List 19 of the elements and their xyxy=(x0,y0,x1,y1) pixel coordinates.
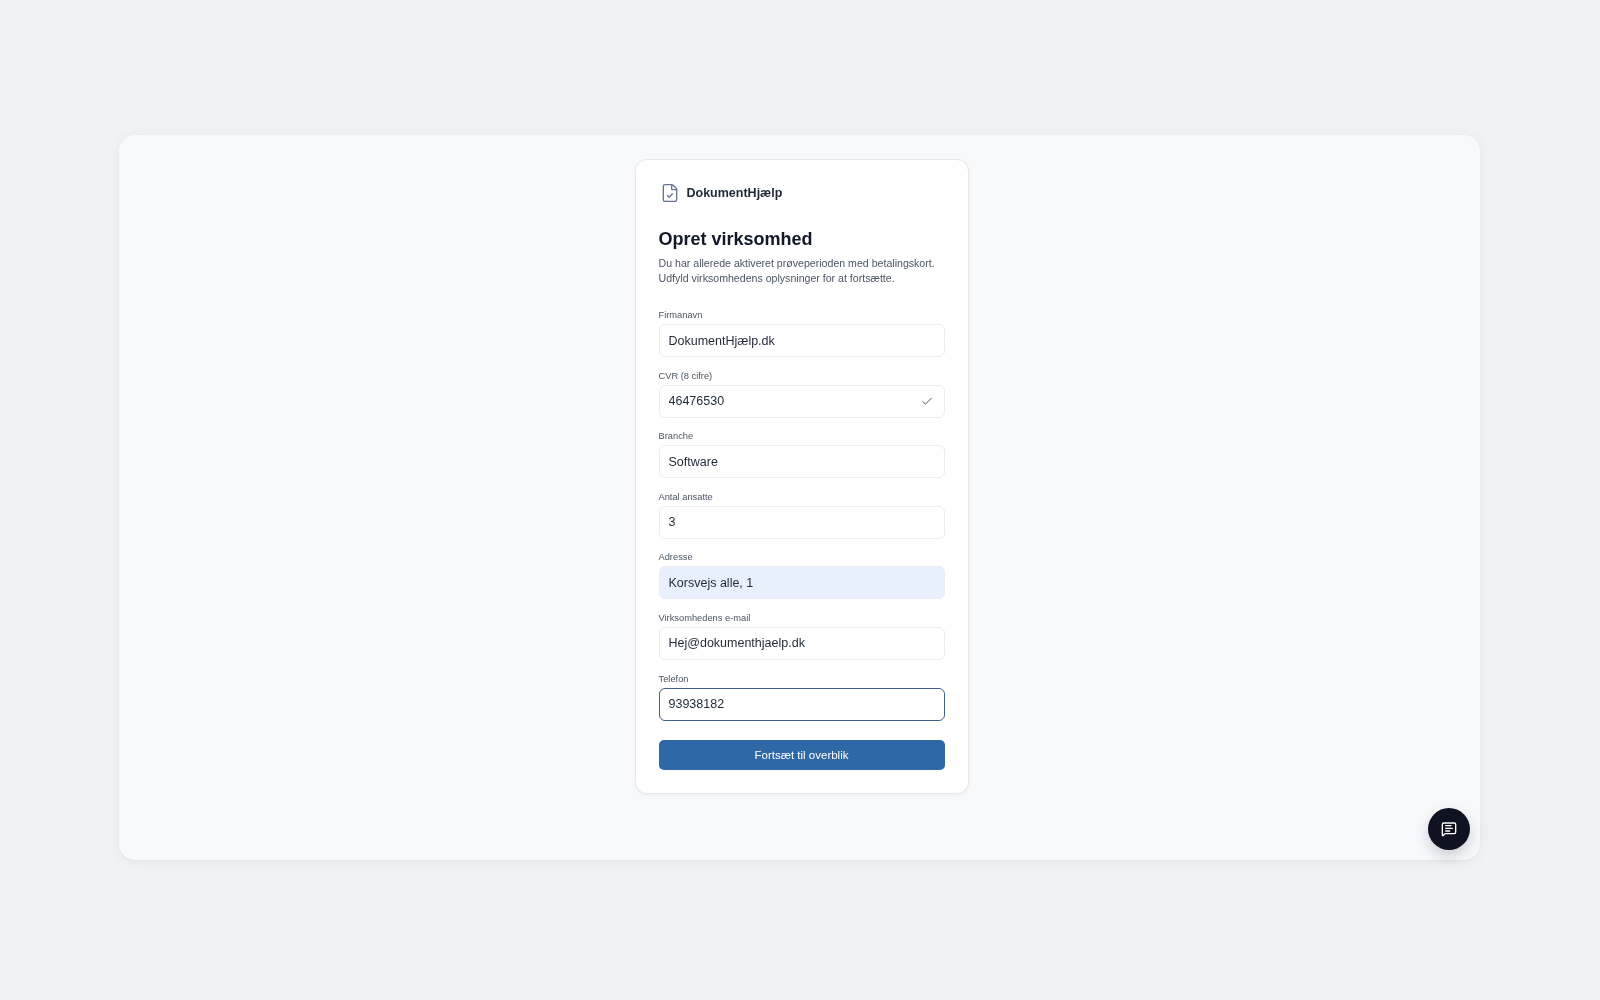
input-field[interactable]: Software xyxy=(658,445,945,479)
field-label: Branche xyxy=(658,430,695,443)
field-label: Antal ansatte xyxy=(658,490,714,503)
input-field[interactable]: DokumentHjælp.dk xyxy=(658,324,945,357)
chat-icon xyxy=(1441,821,1457,837)
input-field[interactable]: 46476530 xyxy=(658,384,945,418)
input-field[interactable]: 93938182 xyxy=(658,687,945,721)
description-text: Du har allerede aktiveret prøveperioden med betalingskort. Udfyld virksomhedens oplysninger for at fortsætte. xyxy=(658,256,936,286)
input-field[interactable]: 3 xyxy=(658,505,945,539)
input-field[interactable]: Hej@dokumenthjaelp.dk xyxy=(658,626,945,660)
field-label: Virksomhedens e-mail xyxy=(658,611,752,624)
field-label: Adresse xyxy=(658,551,694,564)
continue-button[interactable]: Fortsæt til overblik xyxy=(658,739,945,770)
brand-name: DokumentHjælp xyxy=(686,185,783,201)
field-label: Firmanavn xyxy=(658,309,704,321)
input-field[interactable]: Korsvejs alle, 1 xyxy=(658,566,945,600)
page-title: Opret virksomhed xyxy=(658,228,814,251)
field-label: Telefon xyxy=(658,672,690,685)
field-label: CVR (8 cifre) xyxy=(658,369,714,382)
